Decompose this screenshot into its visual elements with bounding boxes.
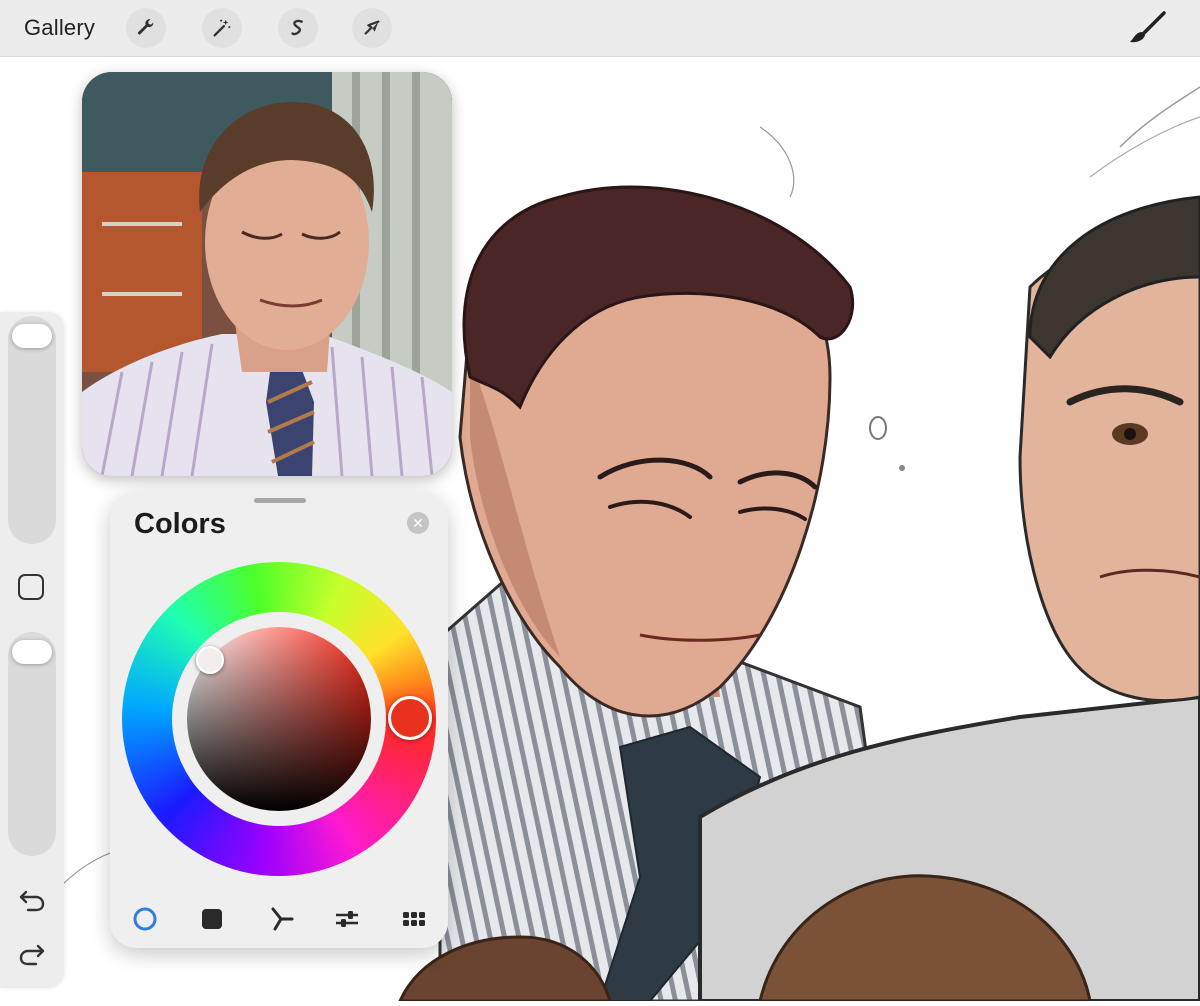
tab-palettes[interactable] <box>401 906 427 932</box>
adjustments-button[interactable] <box>202 8 242 48</box>
harmony-icon <box>271 907 294 931</box>
opacity-thumb[interactable] <box>12 640 52 664</box>
paintbrush-icon <box>1130 11 1166 43</box>
panel-title: Colors <box>134 508 226 540</box>
undo-button[interactable] <box>18 886 46 914</box>
gallery-button[interactable]: Gallery <box>24 15 95 41</box>
redo-button[interactable] <box>18 940 46 968</box>
colors-panel: Colors ✕ <box>110 492 448 948</box>
selection-button[interactable] <box>278 8 318 48</box>
color-disc-icon <box>133 907 157 931</box>
selection-s-icon <box>291 19 303 36</box>
tab-harmony[interactable] <box>268 906 294 932</box>
close-icon: ✕ <box>412 515 424 531</box>
magic-wand-icon <box>213 19 231 37</box>
brush-button[interactable] <box>1124 10 1168 46</box>
opacity-slider[interactable] <box>8 632 56 856</box>
transform-button[interactable] <box>352 8 392 48</box>
modify-button[interactable] <box>18 574 44 600</box>
tab-value[interactable] <box>334 906 360 932</box>
saturation-knob[interactable] <box>196 646 224 674</box>
square-swatch-icon <box>202 909 222 929</box>
left-sidebar <box>0 312 64 988</box>
reference-photo <box>82 72 452 476</box>
panel-grabber[interactable] <box>254 498 306 503</box>
reference-window[interactable] <box>82 72 452 476</box>
top-toolbar: Gallery <box>0 0 1200 57</box>
color-mode-tabs <box>110 898 448 938</box>
redo-icon <box>19 944 45 966</box>
tab-disc[interactable] <box>132 906 158 932</box>
actions-button[interactable] <box>126 8 166 48</box>
brush-size-slider[interactable] <box>8 316 56 544</box>
hue-knob[interactable] <box>388 696 432 740</box>
brush-size-thumb[interactable] <box>12 324 52 348</box>
close-panel-button[interactable]: ✕ <box>407 512 429 534</box>
arrow-cursor-icon <box>364 20 380 35</box>
tab-classic[interactable] <box>199 906 225 932</box>
wrench-icon <box>137 19 154 35</box>
sliders-icon <box>336 911 358 927</box>
palette-grid-icon <box>403 912 425 926</box>
undo-icon <box>19 890 45 912</box>
